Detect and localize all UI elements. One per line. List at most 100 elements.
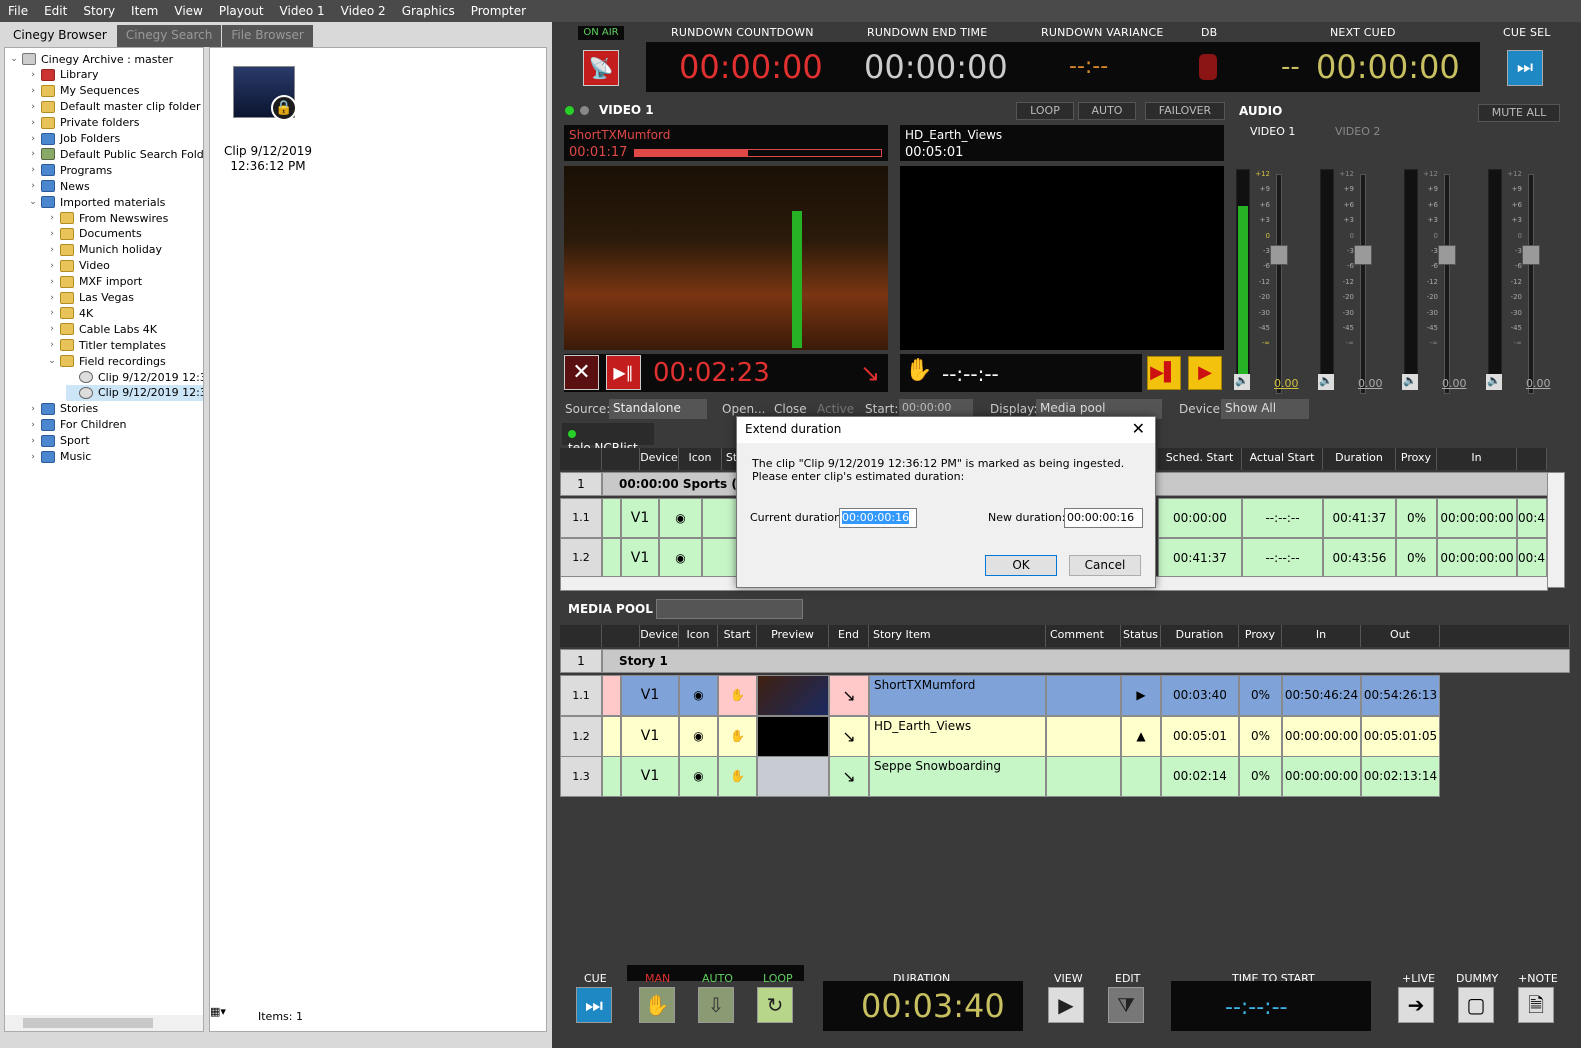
column-header[interactable]: Start (718, 625, 757, 647)
play-next-button[interactable]: ▶▌ (1147, 356, 1181, 390)
tree-item[interactable]: › Stories (28, 401, 98, 417)
clip-thumbnail[interactable]: 🔒 (233, 66, 297, 121)
chevron-right-icon[interactable]: › (47, 324, 57, 334)
view-button[interactable]: ▶ (1048, 987, 1084, 1023)
live-arrow-icon[interactable]: ➔ (1398, 987, 1434, 1023)
chevron-right-icon[interactable]: › (47, 293, 57, 303)
comment-cell[interactable] (1046, 756, 1121, 797)
group-row[interactable]: Story 1 (602, 649, 1570, 673)
clip-title[interactable]: Clip 9/12/2019 12:36:12 PM (218, 144, 318, 174)
pause-button[interactable]: ▶∥ (606, 355, 641, 390)
tree-item[interactable]: › Titler templates (47, 337, 166, 353)
ok-button[interactable]: OK (985, 555, 1057, 576)
tree-item[interactable]: › Las Vegas (47, 290, 134, 306)
story-item-cell[interactable]: Seppe Snowboarding (869, 756, 1046, 797)
chevron-right-icon[interactable]: › (28, 165, 38, 175)
chevron-down-icon[interactable]: ⌄ (28, 197, 38, 207)
tree-item[interactable]: › From Newswires (47, 210, 168, 226)
speaker-icon[interactable]: 🔈 (1402, 374, 1418, 390)
tree-item[interactable]: › Documents (47, 226, 142, 242)
column-header[interactable]: In (1437, 448, 1517, 470)
scrollbar-thumb[interactable] (23, 1018, 153, 1028)
menu-file[interactable]: File (0, 4, 36, 18)
menu-item[interactable]: Item (123, 4, 166, 18)
story-item-cell[interactable]: ShortTXMumford (869, 675, 1046, 716)
column-header[interactable]: End (829, 625, 869, 647)
source-field[interactable]: Standalone (609, 399, 707, 419)
column-header[interactable]: Proxy (1396, 448, 1437, 470)
menu-graphics[interactable]: Graphics (394, 4, 463, 18)
menu-playout[interactable]: Playout (211, 4, 272, 18)
failover-button[interactable]: FAILOVER (1145, 102, 1225, 120)
active-button[interactable]: Active (817, 402, 854, 416)
on-air-button[interactable]: 📡 (583, 50, 619, 86)
auto-button[interactable]: AUTO (1078, 102, 1136, 120)
tree-item[interactable]: Clip 9/12/2019 12:3( (66, 369, 203, 385)
column-header[interactable]: Device (640, 625, 679, 647)
chevron-right-icon[interactable]: › (47, 277, 57, 287)
play-button[interactable]: ▶ (1188, 356, 1222, 390)
edit-button[interactable]: ⧩ (1108, 987, 1144, 1023)
column-header[interactable]: Proxy (1239, 625, 1282, 647)
tree-item[interactable]: › Programs (28, 162, 112, 178)
column-header[interactable]: Actual Start (1242, 448, 1323, 470)
menu-edit[interactable]: Edit (36, 4, 75, 18)
audio-fader[interactable] (1438, 174, 1456, 394)
column-header[interactable]: Status (1121, 625, 1161, 647)
fader-knob[interactable] (1438, 245, 1456, 265)
audio-fader[interactable] (1522, 174, 1540, 394)
chevron-right-icon[interactable]: › (47, 229, 57, 239)
tree-item[interactable]: › Video (47, 258, 110, 274)
chevron-down-icon[interactable]: ⌄ (9, 54, 19, 64)
tree-item[interactable]: › For Children (28, 417, 126, 433)
speaker-icon[interactable]: 🔈 (1234, 374, 1250, 390)
cancel-button[interactable]: Cancel (1069, 555, 1141, 576)
tree-item[interactable]: › Cable Labs 4K (47, 321, 157, 337)
chevron-right-icon[interactable]: › (47, 261, 57, 271)
auto-arrow-icon[interactable]: ⇩ (698, 987, 734, 1023)
stop-button[interactable]: ✕ (564, 355, 599, 390)
close-button[interactable]: Close (774, 402, 807, 416)
vertical-scrollbar[interactable] (1547, 472, 1565, 588)
chevron-right-icon[interactable]: › (28, 452, 38, 462)
chevron-right-icon[interactable]: › (47, 308, 57, 318)
tab-file-browser[interactable]: File Browser (222, 25, 313, 47)
tree-item[interactable]: › Default master clip folder (28, 99, 200, 115)
speaker-icon[interactable]: 🔈 (1318, 374, 1334, 390)
chevron-right-icon[interactable]: › (28, 86, 38, 96)
column-header[interactable]: Icon (679, 448, 722, 470)
loop-button[interactable]: LOOP (1016, 102, 1074, 120)
tree-item[interactable]: › My Sequences (28, 83, 139, 99)
tree-item[interactable]: › Library (28, 67, 98, 83)
device-select[interactable]: Show All (1221, 399, 1309, 419)
tree-item[interactable]: › Munich holiday (47, 242, 162, 258)
fader-knob[interactable] (1354, 245, 1372, 265)
column-header[interactable]: Duration (1323, 448, 1396, 470)
tab-cinegy-browser[interactable]: Cinegy Browser (4, 25, 116, 47)
current-duration-field[interactable]: 00:00:00:16 (839, 508, 917, 528)
manual-hand-icon[interactable]: ✋ (639, 987, 675, 1023)
fader-knob[interactable] (1270, 245, 1288, 265)
rundown-tab[interactable]: telo.NCRlist (562, 423, 654, 455)
dummy-icon[interactable]: ▢ (1458, 987, 1494, 1023)
open-button[interactable]: Open... (722, 402, 766, 416)
menu-video1[interactable]: Video 1 (272, 4, 333, 18)
column-header[interactable]: Preview (757, 625, 829, 647)
manual-hand-icon[interactable]: ✋ (905, 358, 932, 383)
new-duration-field[interactable]: 00:00:00:16 (1064, 508, 1143, 528)
chevron-right-icon[interactable]: › (28, 420, 38, 430)
tree-item[interactable]: Clip 9/12/2019 12:3( (66, 384, 203, 401)
column-header[interactable]: Out (1361, 625, 1440, 647)
chevron-right-icon[interactable]: › (28, 436, 38, 446)
tree-item[interactable]: ⌄ Field recordings (47, 353, 166, 369)
horizontal-scrollbar[interactable] (5, 1015, 203, 1031)
tree-item[interactable]: › Job Folders (28, 131, 120, 147)
chevron-right-icon[interactable]: › (28, 70, 38, 80)
column-header[interactable]: Sched. Start (1158, 448, 1242, 470)
tree-item[interactable]: › MXF import (47, 274, 142, 290)
column-header[interactable]: Device (640, 448, 679, 470)
cue-sel-button[interactable]: ⏭ (1507, 50, 1543, 86)
cue-button[interactable]: ⏭ (576, 987, 612, 1023)
loop-icon[interactable]: ↻ (757, 987, 793, 1023)
media-pool-filter[interactable] (656, 599, 803, 619)
